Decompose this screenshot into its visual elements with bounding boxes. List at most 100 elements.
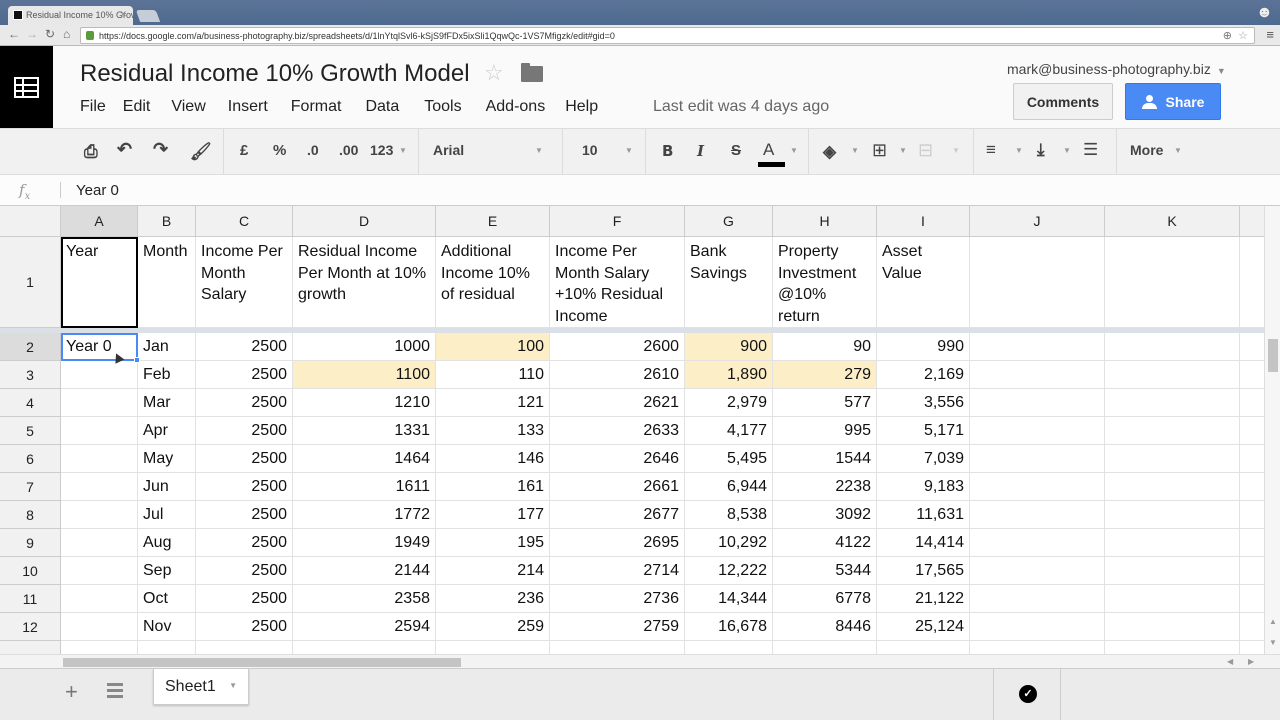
table-cell[interactable] [1105,445,1240,473]
table-cell[interactable] [61,445,138,473]
vertical-scrollbar[interactable]: ▲ ▼ [1264,206,1280,654]
table-cell[interactable]: 2500 [196,389,293,417]
column-header-k[interactable]: K [1105,206,1240,237]
row-header[interactable]: 10 [0,557,61,585]
table-cell[interactable]: 2500 [196,333,293,361]
table-cell[interactable]: 2736 [550,585,685,613]
bookmark-star-icon[interactable]: ☆ [1238,29,1248,42]
bold-button[interactable]: B [662,142,673,160]
table-cell[interactable] [685,641,773,654]
table-cell[interactable]: 2621 [550,389,685,417]
redo-icon[interactable]: ↷ [153,139,168,160]
profile-icon[interactable]: ☻ [1256,4,1274,24]
header-cell[interactable] [1105,237,1240,328]
table-cell[interactable]: 5,495 [685,445,773,473]
fill-color-icon[interactable]: ◈ [823,142,836,162]
table-cell[interactable]: 9,183 [877,473,970,501]
header-cell[interactable]: Bank Savings [685,237,773,328]
table-cell[interactable]: 4122 [773,529,877,557]
column-header-f[interactable]: F [550,206,685,237]
table-cell[interactable]: 577 [773,389,877,417]
table-cell[interactable] [61,613,138,641]
table-cell[interactable]: 177 [436,501,550,529]
table-cell[interactable]: 14,414 [877,529,970,557]
table-cell[interactable] [61,417,138,445]
table-cell[interactable] [1105,641,1240,654]
font-size-select[interactable]: 10 [582,142,598,158]
formula-input[interactable]: Year 0 [76,182,119,199]
vertical-align-icon[interactable]: ⤓ [1037,140,1045,160]
last-edit-status[interactable]: Last edit was 4 days ago [653,98,829,116]
table-cell[interactable]: Sep [138,557,196,585]
table-cell[interactable]: 2500 [196,473,293,501]
column-header-b[interactable]: B [138,206,196,237]
table-cell[interactable]: 8,538 [685,501,773,529]
row-header[interactable]: 2 [0,333,61,361]
column-header-c[interactable]: C [196,206,293,237]
table-cell[interactable] [1105,501,1240,529]
table-cell[interactable]: 8446 [773,613,877,641]
undo-icon[interactable]: ↶ [117,139,132,160]
sheets-logo[interactable] [0,46,53,128]
table-cell[interactable]: 161 [436,473,550,501]
scroll-right-icon[interactable]: ▶ [1248,657,1254,666]
comments-button[interactable]: Comments [1013,83,1113,120]
table-cell[interactable]: 2144 [293,557,436,585]
document-title[interactable]: Residual Income 10% Growth Model [80,60,470,88]
scroll-up-icon[interactable]: ▲ [1269,617,1277,626]
table-cell[interactable]: 12,222 [685,557,773,585]
table-cell[interactable]: 90 [773,333,877,361]
close-tab-icon[interactable]: ✕ [119,9,127,20]
currency-format-button[interactable]: £ [240,142,248,159]
table-cell[interactable]: 1611 [293,473,436,501]
menu-tools[interactable]: Tools [424,98,461,116]
borders-icon[interactable]: ⊞ [872,140,887,161]
all-sheets-icon[interactable] [107,683,123,698]
account-menu[interactable]: mark@business-photography.biz ▼ [1007,61,1226,77]
table-cell[interactable] [138,641,196,654]
column-header-e[interactable]: E [436,206,550,237]
folder-icon[interactable] [521,63,543,82]
table-cell[interactable]: 7,039 [877,445,970,473]
select-all-corner[interactable] [0,206,61,237]
table-cell[interactable]: 2238 [773,473,877,501]
grid-cell[interactable] [1240,237,1264,328]
table-cell[interactable] [1240,529,1264,557]
back-icon[interactable]: ← [8,27,20,41]
table-cell[interactable] [970,585,1105,613]
row-header[interactable]: 7 [0,473,61,501]
table-cell[interactable]: 2500 [196,501,293,529]
star-icon[interactable]: ☆ [484,60,504,86]
table-cell[interactable]: Nov [138,613,196,641]
table-cell[interactable]: 2677 [550,501,685,529]
table-cell[interactable] [1240,417,1264,445]
table-cell[interactable]: 133 [436,417,550,445]
table-cell[interactable]: 2358 [293,585,436,613]
table-cell[interactable] [1240,445,1264,473]
vertical-scroll-thumb[interactable] [1268,339,1278,372]
table-cell[interactable]: 1949 [293,529,436,557]
row-header[interactable]: 4 [0,389,61,417]
row-header[interactable] [0,641,61,654]
table-cell[interactable]: 279 [773,361,877,389]
table-cell[interactable] [1105,389,1240,417]
column-header-a[interactable]: A [61,206,138,237]
table-cell[interactable]: 2610 [550,361,685,389]
table-cell[interactable]: 2594 [293,613,436,641]
table-cell[interactable] [1105,613,1240,641]
horizontal-scroll-thumb[interactable] [63,658,461,667]
table-cell[interactable]: 2646 [550,445,685,473]
column-header-g[interactable]: G [685,206,773,237]
header-cell[interactable]: Additional Income 10% of residual [436,237,550,328]
sheet-tab[interactable]: Sheet1 ▼ [153,669,249,705]
font-family-select[interactable]: Arial [433,142,464,158]
italic-button[interactable]: I [697,142,704,160]
table-cell[interactable] [436,641,550,654]
reload-icon[interactable]: ↻ [45,27,55,41]
row-header[interactable]: 1 [0,237,61,328]
column-header-h[interactable]: H [773,206,877,237]
table-cell[interactable]: Oct [138,585,196,613]
home-icon[interactable]: ⌂ [63,27,70,41]
chevron-down-icon[interactable]: ▼ [229,681,237,690]
table-cell[interactable]: Aug [138,529,196,557]
